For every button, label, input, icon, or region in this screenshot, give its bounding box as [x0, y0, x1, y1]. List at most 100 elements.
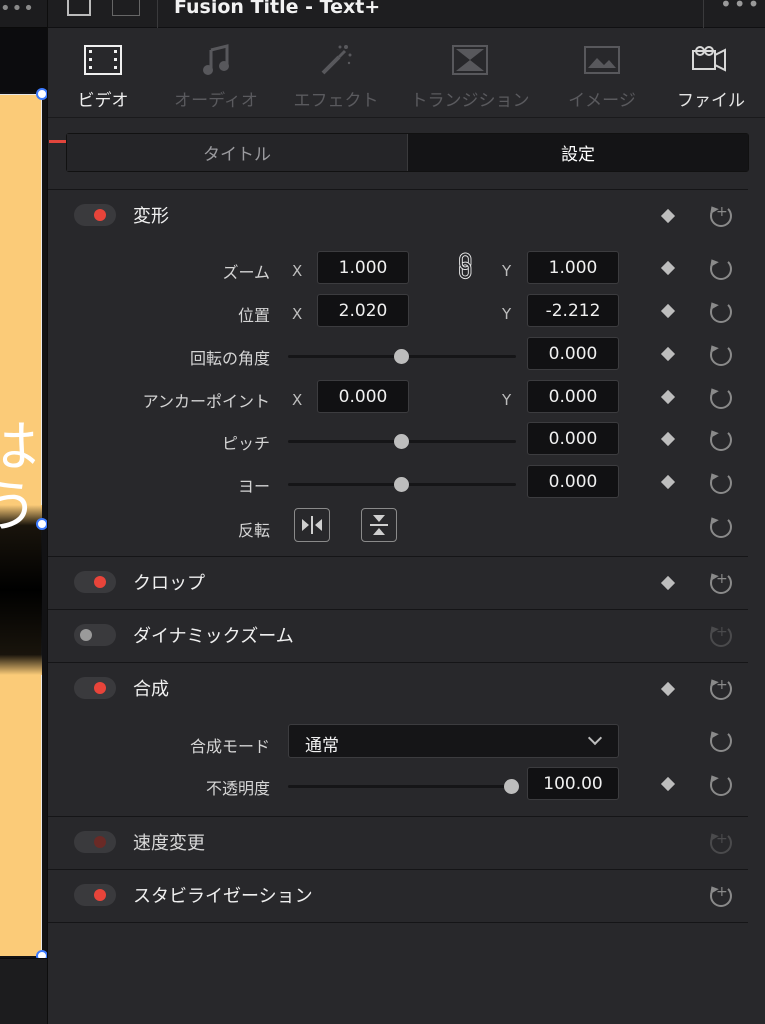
- composite-mode-select[interactable]: 通常: [288, 724, 619, 758]
- viewer-footer: [0, 958, 47, 1024]
- tab-image-label: イメージ: [568, 91, 636, 111]
- param-rotation: 回転の角度 0.000: [48, 336, 748, 376]
- section-crop[interactable]: クロップ: [48, 557, 748, 609]
- reset-icon[interactable]: [710, 730, 732, 752]
- keyframe-icon[interactable]: [660, 431, 676, 447]
- reset-icon[interactable]: [710, 387, 732, 409]
- keyframe-icon[interactable]: [660, 208, 676, 224]
- segment-title[interactable]: タイトル: [67, 134, 408, 171]
- keyframe-icon[interactable]: [660, 474, 676, 490]
- opacity-field[interactable]: 100.00: [527, 767, 619, 800]
- slider-thumb[interactable]: [504, 779, 519, 794]
- dynamic-zoom-enable-toggle[interactable]: [74, 624, 116, 646]
- viewer-menu-icon[interactable]: •••: [0, 0, 35, 19]
- param-opacity: 不透明度 100.00: [48, 766, 748, 806]
- yaw-slider[interactable]: [288, 477, 516, 492]
- keyframe-icon[interactable]: [660, 575, 676, 591]
- reset-icon[interactable]: [710, 516, 732, 538]
- zoom-x-field[interactable]: 1.000: [317, 251, 409, 284]
- tab-video[interactable]: ビデオ: [70, 42, 136, 111]
- rotation-field[interactable]: 0.000: [527, 337, 619, 370]
- viewer-background: [0, 28, 47, 92]
- transform-enable-toggle[interactable]: [74, 204, 116, 226]
- tab-audio[interactable]: オーディオ: [170, 42, 262, 111]
- section-composite[interactable]: 合成: [48, 663, 748, 715]
- zoom-y-field[interactable]: 1.000: [527, 251, 619, 284]
- flip-horizontal-button[interactable]: [294, 508, 330, 542]
- tab-file[interactable]: ファイル: [674, 42, 748, 111]
- zoom-label: ズーム: [222, 263, 270, 282]
- param-yaw: ヨー 0.000: [48, 464, 748, 504]
- keyframe-icon[interactable]: [660, 260, 676, 276]
- composite-mode-label: 合成モード: [189, 737, 270, 756]
- flip-vertical-button[interactable]: [361, 508, 397, 542]
- segment-settings[interactable]: 設定: [408, 134, 748, 171]
- transform-handle-top[interactable]: [36, 88, 47, 100]
- stabilization-enable-toggle[interactable]: [74, 884, 116, 906]
- param-position: 位置 X 2.020 Y -2.212: [48, 293, 748, 333]
- pitch-slider[interactable]: [288, 434, 516, 449]
- position-x-field[interactable]: 2.020: [317, 294, 409, 327]
- viewer-panel[interactable]: ••• は う: [0, 0, 47, 1024]
- inspector-split-view-icon[interactable]: [112, 0, 140, 16]
- slider-thumb[interactable]: [394, 349, 409, 364]
- tab-effects-label: エフェクト: [293, 91, 379, 111]
- zoom-x-label: X: [292, 262, 303, 280]
- keyframe-icon[interactable]: [660, 303, 676, 319]
- opacity-slider[interactable]: [288, 779, 519, 794]
- reset-icon[interactable]: [710, 429, 732, 451]
- reset-section-icon[interactable]: [710, 831, 732, 854]
- music-note-icon: [170, 42, 262, 78]
- section-transform[interactable]: 変形: [48, 190, 748, 242]
- reset-icon[interactable]: [710, 472, 732, 494]
- flip-horizontal-icon: [302, 516, 322, 534]
- titlebar-divider-right: [703, 0, 704, 28]
- crop-enable-toggle[interactable]: [74, 571, 116, 593]
- inspector-single-view-icon[interactable]: [67, 0, 91, 16]
- reset-icon[interactable]: [710, 774, 732, 796]
- reset-section-icon[interactable]: [710, 677, 732, 700]
- keyframe-icon[interactable]: [660, 346, 676, 362]
- tab-video-label: ビデオ: [77, 91, 129, 111]
- reset-icon[interactable]: [710, 258, 732, 280]
- transform-handle-middle[interactable]: [36, 518, 47, 530]
- speed-change-enable-toggle[interactable]: [74, 831, 116, 853]
- flip-label: 反転: [237, 521, 270, 540]
- pitch-field[interactable]: 0.000: [527, 422, 619, 455]
- param-composite-mode: 合成モード 通常: [48, 724, 748, 764]
- title-text-line2: う: [0, 475, 38, 540]
- slider-thumb[interactable]: [394, 477, 409, 492]
- keyframe-icon[interactable]: [660, 776, 676, 792]
- opacity-label: 不透明度: [205, 779, 270, 798]
- inspector-titlebar: Fusion Title - Text+ •••: [48, 0, 765, 28]
- chevron-down-icon: [587, 730, 603, 746]
- section-stabilization[interactable]: スタビライゼーション: [48, 870, 748, 922]
- anchor-x-field[interactable]: 0.000: [317, 380, 409, 413]
- inspector-options-icon[interactable]: •••: [720, 0, 761, 16]
- tab-transition[interactable]: トランジション: [408, 42, 532, 111]
- reset-section-icon[interactable]: [710, 884, 732, 907]
- section-dynamic-zoom[interactable]: ダイナミックズーム: [48, 610, 748, 662]
- link-icon[interactable]: 🔗︎: [447, 248, 484, 285]
- section-speed-change[interactable]: 速度変更: [48, 817, 748, 869]
- slider-thumb[interactable]: [394, 434, 409, 449]
- reset-icon[interactable]: [710, 301, 732, 323]
- position-y-field[interactable]: -2.212: [527, 294, 619, 327]
- anchor-x-label: X: [292, 391, 303, 409]
- anchor-y-field[interactable]: 0.000: [527, 380, 619, 413]
- yaw-field[interactable]: 0.000: [527, 465, 619, 498]
- rotation-label: 回転の角度: [189, 349, 270, 368]
- param-anchor-point: アンカーポイント X 0.000 Y 0.000: [48, 379, 748, 419]
- reset-section-icon[interactable]: [710, 624, 732, 647]
- reset-section-icon[interactable]: [710, 204, 732, 227]
- tab-effects[interactable]: エフェクト: [288, 42, 384, 111]
- reset-section-icon[interactable]: [710, 571, 732, 594]
- reset-icon[interactable]: [710, 344, 732, 366]
- composite-mode-value: 通常: [305, 736, 339, 756]
- rotation-slider[interactable]: [288, 349, 516, 364]
- composite-enable-toggle[interactable]: [74, 677, 116, 699]
- keyframe-icon[interactable]: [660, 681, 676, 697]
- param-pitch: ピッチ 0.000: [48, 421, 748, 461]
- tab-image[interactable]: イメージ: [562, 42, 642, 111]
- keyframe-icon[interactable]: [660, 389, 676, 405]
